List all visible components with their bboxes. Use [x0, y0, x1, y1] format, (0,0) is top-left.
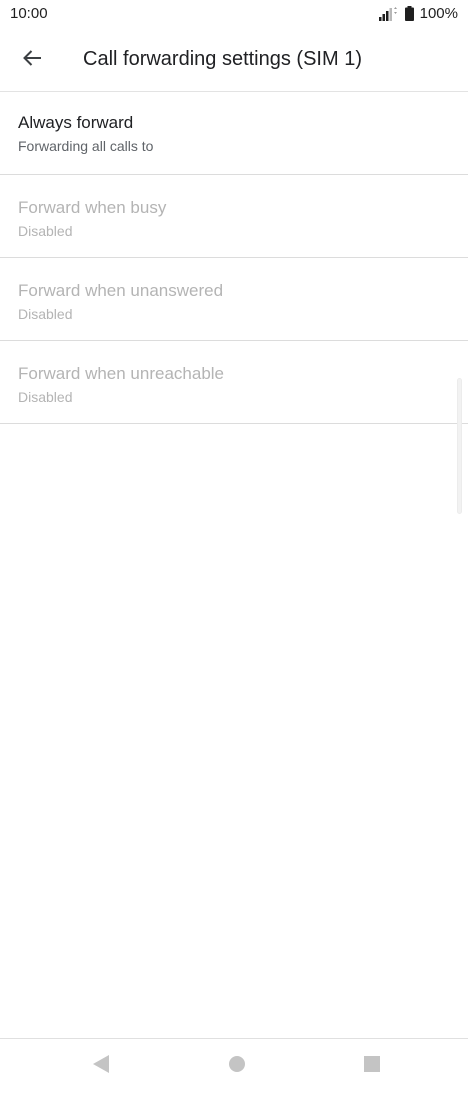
status-time: 10:00: [10, 5, 48, 22]
list-item-forward-when-unanswered: Forward when unanswered Disabled: [0, 258, 468, 341]
item-title: Forward when busy: [18, 198, 167, 217]
nav-back-icon: [92, 1054, 110, 1078]
nav-recents-button[interactable]: [361, 1055, 383, 1077]
battery-percentage: 100%: [419, 5, 458, 22]
scrollbar[interactable]: [457, 378, 462, 514]
back-button[interactable]: [12, 40, 52, 80]
status-icons: 100%: [378, 5, 458, 22]
item-summary: Disabled: [18, 223, 73, 239]
signal-icon: [378, 6, 397, 21]
app-toolbar: Call forwarding settings (SIM 1): [0, 30, 468, 92]
list-item-forward-when-unreachable: Forward when unreachable Disabled: [0, 341, 468, 424]
item-title: Forward when unreachable: [18, 364, 225, 383]
item-title: Always forward: [18, 113, 134, 132]
item-summary: Disabled: [18, 389, 73, 405]
battery-icon: [404, 6, 414, 21]
nav-recents-icon: [363, 1055, 381, 1078]
list-item-always-forward[interactable]: Always forward Forwarding all calls to: [0, 92, 468, 175]
item-summary: Forwarding all calls to: [18, 138, 154, 154]
call-forwarding-list: Always forward Forwarding all calls to F…: [0, 92, 468, 424]
item-title: Forward when unanswered: [18, 281, 224, 300]
list-item-forward-when-busy: Forward when busy Disabled: [0, 175, 468, 258]
status-bar: 10:00 100%: [0, 0, 468, 30]
item-summary: Disabled: [18, 306, 73, 322]
nav-home-icon: [228, 1055, 246, 1078]
navigation-bar: [0, 1038, 468, 1093]
nav-back-button[interactable]: [90, 1054, 112, 1078]
arrow-back-icon: [22, 48, 42, 73]
nav-home-button[interactable]: [226, 1055, 248, 1077]
page-title: Call forwarding settings (SIM 1): [83, 48, 362, 70]
